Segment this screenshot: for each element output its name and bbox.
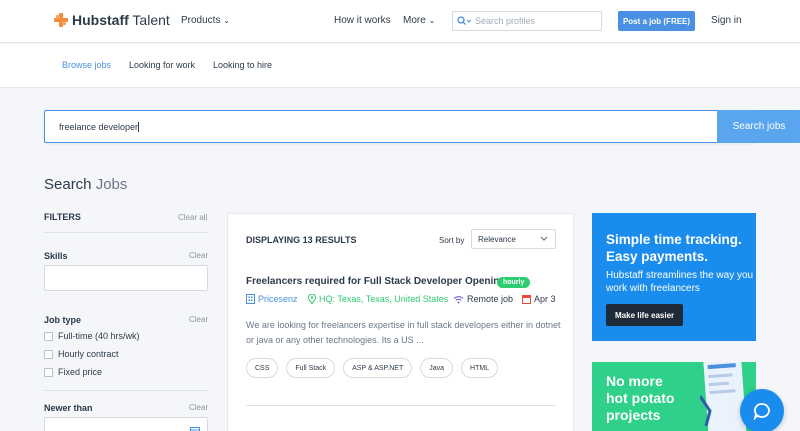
job-search-bar: freelance developer Search jobs [44, 110, 800, 143]
skills-input[interactable] [44, 265, 208, 291]
chat-bubble-icon [753, 403, 770, 420]
text-caret [138, 122, 140, 132]
job-type-hourly[interactable]: Hourly contract [44, 349, 119, 359]
skill-tag[interactable]: Java [420, 358, 454, 378]
chevron-down-icon: ⌄ [428, 16, 436, 25]
chat-button[interactable] [740, 389, 784, 431]
calendar-icon[interactable] [190, 425, 200, 431]
skill-tag[interactable]: Full Stack [286, 358, 336, 378]
products-menu[interactable]: Products ⌄ [181, 15, 230, 26]
search-profiles-input[interactable] [475, 16, 595, 26]
tab-looking-to-hire[interactable]: Looking to hire [213, 60, 272, 70]
hourly-badge: hourly [497, 277, 531, 288]
ad-headline: Simple time tracking. Easy payments. [606, 232, 742, 264]
top-navigation: Hubstaff Talent Products ⌄ How it works … [0, 0, 800, 43]
make-life-easier-button[interactable]: Make life easier [606, 304, 684, 326]
post-job-button[interactable]: Post a job (FREE) [618, 11, 695, 31]
divider [44, 390, 208, 391]
checkbox[interactable] [44, 367, 53, 377]
profile-search[interactable] [452, 11, 602, 31]
filters-heading: FILTERS [44, 212, 81, 222]
logo[interactable]: Hubstaff Talent [54, 12, 170, 28]
search-icon[interactable] [453, 12, 475, 30]
clear-all-link[interactable]: Clear all [178, 213, 207, 222]
checkbox[interactable] [44, 331, 53, 341]
hubstaff-logo-icon [54, 13, 68, 27]
tab-browse-jobs[interactable]: Browse jobs [62, 60, 111, 70]
hq-location: HQ: Texas, Texas, United States [308, 294, 448, 304]
newer-than-label: Newer than [44, 403, 93, 413]
page-title: Search Jobs [44, 176, 128, 193]
job-type-fixed[interactable]: Fixed price [44, 367, 102, 377]
skill-tag[interactable]: CSS [246, 358, 279, 378]
sort-select[interactable]: Relevance [471, 229, 556, 249]
job-search-input[interactable]: freelance developer [59, 122, 140, 132]
building-icon [246, 294, 255, 304]
results-count: DISPLAYING 13 RESULTS [246, 235, 357, 245]
more-menu[interactable]: More ⌄ [403, 15, 435, 26]
newer-than-date-input[interactable] [44, 417, 208, 431]
job-type-full-time[interactable]: Full-time (40 hrs/wk) [44, 331, 140, 341]
skills-label: Skills [44, 251, 68, 261]
sub-navigation: Browse jobs Looking for work Looking to … [0, 44, 800, 88]
sign-in-link[interactable]: Sign in [711, 15, 742, 26]
checkbox[interactable] [44, 349, 53, 359]
clear-skills-link[interactable]: Clear [189, 251, 208, 260]
chevron-down-icon: ⌄ [223, 16, 230, 25]
remote-job: Remote job [453, 294, 513, 304]
skill-tag[interactable]: HTML [461, 358, 499, 378]
wifi-icon [453, 295, 464, 303]
tab-looking-for-work[interactable]: Looking for work [129, 60, 195, 70]
skill-tag[interactable]: ASP & ASP.NET [343, 358, 413, 378]
ad-subtext: Hubstaff streamlines the way you work wi… [606, 270, 754, 294]
logo-text: Hubstaff Talent [72, 12, 170, 28]
location-pin-icon [308, 294, 316, 304]
time-tracking-ad[interactable]: Simple time tracking. Easy payments. Hubs… [592, 213, 756, 341]
how-it-works-link[interactable]: How it works [334, 15, 391, 26]
divider [44, 232, 208, 233]
job-description: We are looking for freelancers expertise… [246, 320, 561, 345]
job-type-label: Job type [44, 315, 82, 325]
skill-tags: CSS Full Stack ASP & ASP.NET Java HTML [246, 358, 506, 378]
ad-headline: No more hot potato projects [606, 373, 675, 423]
calendar-icon [522, 295, 531, 304]
divider [246, 405, 556, 406]
search-jobs-button[interactable]: Search jobs [717, 110, 800, 143]
sort-by-label: Sort by [439, 236, 465, 245]
chevron-down-icon [540, 235, 548, 244]
job-title-link[interactable]: Freelancers required for Full Stack Deve… [246, 276, 506, 287]
posted-date: Apr 3 [522, 294, 556, 304]
clear-newer-than-link[interactable]: Clear [189, 403, 208, 412]
hot-potato-ad[interactable]: No more hot potato projects [592, 362, 756, 431]
clear-job-type-link[interactable]: Clear [189, 315, 208, 324]
results-panel: DISPLAYING 13 RESULTS Sort by Relevance … [227, 213, 574, 431]
company-link[interactable]: Pricesenz [246, 294, 298, 304]
